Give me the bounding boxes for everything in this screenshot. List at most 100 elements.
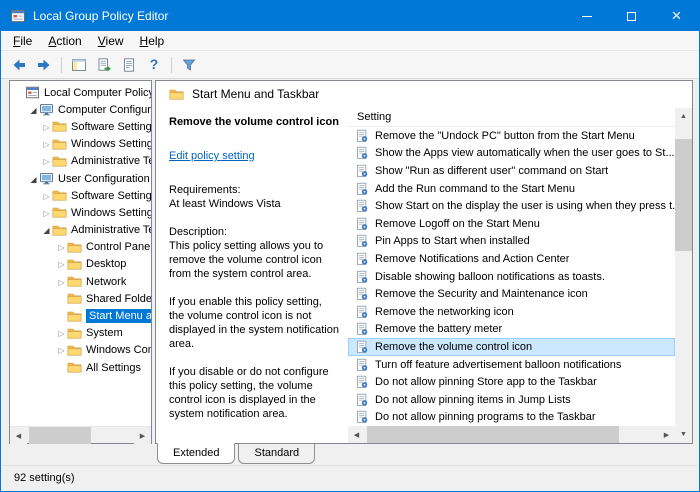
scrollbar-thumb[interactable]	[675, 139, 692, 251]
list-item-label: Remove the networking icon	[375, 305, 514, 318]
folder-icon	[67, 291, 82, 306]
list-item[interactable]: Do not allow pinning items in Jump Lists	[348, 391, 675, 409]
list-item[interactable]: Show "Run as different user" command on …	[348, 162, 675, 180]
forward-button[interactable]	[32, 54, 56, 76]
close-button[interactable]	[654, 1, 699, 31]
chevron-expanded-icon[interactable]	[28, 173, 39, 185]
column-header-setting[interactable]: Setting	[348, 108, 675, 127]
tree-item-windows-settings[interactable]: Windows Settings	[10, 204, 151, 221]
titlebar[interactable]: Local Group Policy Editor	[1, 1, 699, 31]
list-item-label: Pin Apps to Start when installed	[375, 235, 530, 248]
properties-button[interactable]	[117, 54, 141, 76]
list-item[interactable]: Remove the Security and Maintenance icon	[348, 285, 675, 303]
tree-item-system[interactable]: System	[10, 325, 151, 342]
tree-item-administrative-templates[interactable]: Administrative Templates	[10, 153, 151, 170]
edit-policy-setting-link[interactable]: Edit policy setting	[169, 149, 255, 163]
scroll-left-button[interactable]: ◀	[348, 426, 365, 443]
tree-item-label: Windows Settings	[71, 206, 151, 219]
list-vertical-scrollbar[interactable]: ▲ ▼	[675, 108, 692, 443]
scroll-right-button[interactable]: ▶	[134, 427, 151, 444]
tree-item-windows-components[interactable]: Windows Components	[10, 342, 151, 359]
chevron-expanded-icon[interactable]	[41, 224, 52, 236]
list-item-selected[interactable]: Remove the volume control icon	[348, 338, 675, 356]
tree-item-label: Windows Settings	[71, 138, 151, 151]
maximize-button[interactable]	[609, 1, 654, 31]
tree-item-network[interactable]: Network	[10, 273, 151, 290]
console-tree-pane: Local Computer Policy Computer Configura…	[9, 80, 152, 444]
list-horizontal-scrollbar[interactable]: ◀ ▶	[348, 426, 675, 443]
tree-item-software-settings[interactable]: Software Settings	[10, 118, 151, 135]
tree-horizontal-scrollbar[interactable]: ◀ ▶	[10, 426, 151, 444]
tree-item-local-computer-policy[interactable]: Local Computer Policy	[10, 84, 151, 101]
list-item[interactable]: Remove Notifications and Action Center	[348, 250, 675, 268]
tree-item-software-settings[interactable]: Software Settings	[10, 187, 151, 204]
chevron-collapsed-icon[interactable]	[41, 190, 52, 202]
menu-view[interactable]: View	[90, 32, 132, 50]
chevron-expanded-icon[interactable]	[28, 104, 39, 116]
export-list-button[interactable]	[92, 54, 116, 76]
tab-extended[interactable]: Extended	[157, 443, 236, 464]
list-item[interactable]: Do not allow pinning Store app to the Ta…	[348, 373, 675, 391]
tree-item-user-configuration[interactable]: User Configuration	[10, 170, 151, 187]
policy-setting-icon	[355, 146, 369, 160]
list-item-label: Show "Run as different user" command on …	[375, 164, 609, 177]
list-item[interactable]: Add the Run command to the Start Menu	[348, 180, 675, 198]
tree-item-computer-configuration[interactable]: Computer Configuration	[10, 101, 151, 118]
help-icon	[150, 56, 159, 74]
scrollbar-track[interactable]	[365, 426, 658, 443]
tree-item-desktop[interactable]: Desktop	[10, 256, 151, 273]
minimize-button[interactable]	[564, 1, 609, 31]
scroll-down-button[interactable]: ▼	[675, 426, 692, 443]
filter-icon	[181, 57, 197, 73]
list-item[interactable]: Show the Apps view automatically when th…	[348, 145, 675, 163]
folder-icon	[67, 309, 82, 324]
back-button[interactable]	[7, 54, 31, 76]
list-item[interactable]: Do not allow pinning programs to the Tas…	[348, 409, 675, 427]
list-item-label: Remove the volume control icon	[375, 340, 533, 353]
scroll-right-button[interactable]: ▶	[658, 426, 675, 443]
list-item[interactable]: Show Start on the display the user is us…	[348, 197, 675, 215]
scroll-up-button[interactable]: ▲	[675, 108, 692, 125]
list-item[interactable]: Remove Logoff on the Start Menu	[348, 215, 675, 233]
policy-setting-icon	[355, 182, 369, 196]
list-item[interactable]: Disable showing balloon notifications as…	[348, 268, 675, 286]
tab-standard[interactable]: Standard	[238, 443, 316, 464]
chevron-collapsed-icon[interactable]	[56, 241, 67, 253]
menu-help[interactable]: Help	[132, 32, 173, 50]
folder-icon	[67, 240, 82, 255]
tree-item-label: User Configuration	[58, 172, 150, 185]
chevron-collapsed-icon[interactable]	[41, 207, 52, 219]
help-button[interactable]	[142, 54, 166, 76]
list-item[interactable]: Remove the battery meter	[348, 321, 675, 339]
scrollbar-track[interactable]	[27, 427, 134, 444]
tree-item-shared-folders[interactable]: Shared Folders	[10, 290, 151, 307]
chevron-collapsed-icon[interactable]	[56, 258, 67, 270]
tree-item-all-settings[interactable]: All Settings	[10, 359, 151, 376]
scrollbar-thumb[interactable]	[367, 426, 619, 443]
list-item[interactable]: Turn off feature advertisement balloon n…	[348, 356, 675, 374]
scroll-left-button[interactable]: ◀	[10, 427, 27, 444]
scrollbar-thumb[interactable]	[29, 427, 92, 444]
list-item-label: Show Start on the display the user is us…	[375, 200, 675, 213]
chevron-collapsed-icon[interactable]	[56, 327, 67, 339]
list-item[interactable]: Remove the "Undock PC" button from the S…	[348, 127, 675, 145]
requirements-label: Requirements:	[169, 184, 241, 196]
tree-item-administrative-templates[interactable]: Administrative Templates	[10, 222, 151, 239]
chevron-collapsed-icon[interactable]	[41, 121, 52, 133]
list-item-label: Disable showing balloon notifications as…	[375, 270, 605, 283]
chevron-collapsed-icon[interactable]	[41, 155, 52, 167]
list-item[interactable]: Pin Apps to Start when installed	[348, 233, 675, 251]
tree-item-windows-settings[interactable]: Windows Settings	[10, 136, 151, 153]
tree-item-control-panel[interactable]: Control Panel	[10, 239, 151, 256]
list-item[interactable]: Remove the networking icon	[348, 303, 675, 321]
menu-file[interactable]: File	[5, 32, 40, 50]
chevron-collapsed-icon[interactable]	[41, 138, 52, 150]
scrollbar-track[interactable]	[675, 125, 692, 426]
menu-action[interactable]: Action	[40, 32, 89, 50]
tree-item-start-menu-and-taskbar[interactable]: Start Menu and Taskbar	[10, 307, 151, 324]
filter-button[interactable]	[177, 54, 201, 76]
show-console-tree-button[interactable]	[67, 54, 91, 76]
chevron-collapsed-icon[interactable]	[56, 344, 67, 356]
chevron-collapsed-icon[interactable]	[56, 276, 67, 288]
view-tabs: Extended Standard	[157, 443, 318, 467]
